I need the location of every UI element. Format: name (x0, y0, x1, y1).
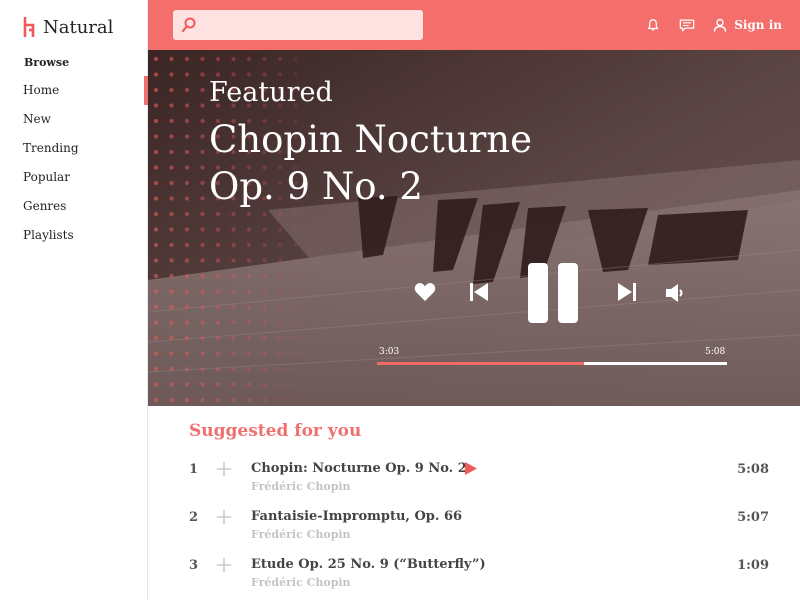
track-duration: 5:08 (737, 462, 769, 477)
sidebar-item-playlists[interactable]: Playlists (0, 221, 148, 250)
app-logo[interactable]: Natural (22, 16, 113, 38)
track-artist[interactable]: Frédéric Chopin (251, 528, 351, 541)
time-total: 5:08 (705, 347, 726, 357)
volume-icon[interactable] (666, 283, 688, 303)
add-icon[interactable] (216, 461, 232, 477)
user-icon (713, 18, 727, 32)
track-number: 2 (189, 510, 199, 525)
sign-in-button[interactable]: Sign in (713, 18, 782, 32)
sidebar-item-popular[interactable]: Popular (0, 163, 148, 192)
featured-title-line1: Chopin Nocturne (209, 118, 533, 161)
logo-icon (23, 17, 35, 37)
previous-icon[interactable] (470, 283, 488, 301)
suggested-title: Suggested for you (189, 421, 362, 441)
sidebar-item-genres[interactable]: Genres (0, 192, 148, 221)
track-number: 3 (189, 558, 199, 573)
top-icons: Sign in (627, 0, 782, 50)
featured-hero: Featured Chopin Nocturne Op. 9 No. 2 3:0… (148, 50, 800, 406)
featured-title: Chopin Nocturne Op. 9 No. 2 (209, 116, 629, 210)
track-row[interactable]: 3 Etude Op. 25 No. 9 (“Butterfly”) Frédé… (148, 554, 800, 600)
featured-label: Featured (209, 77, 333, 108)
search-input[interactable] (201, 14, 416, 36)
sidebar: Natural Browse Home New Trending Popular… (0, 0, 148, 600)
sign-in-label: Sign in (734, 18, 782, 32)
pause-icon[interactable] (528, 263, 578, 323)
suggested-section: Suggested for you 1 Chopin: Nocturne Op.… (148, 406, 800, 600)
time-elapsed: 3:03 (379, 347, 400, 357)
sidebar-item-new[interactable]: New (0, 105, 148, 134)
track-title[interactable]: Chopin: Nocturne Op. 9 No. 2 (251, 461, 467, 476)
search-box (173, 10, 423, 40)
add-icon[interactable] (216, 557, 232, 573)
app-name: Natural (43, 16, 114, 38)
browse-heading: Browse (24, 56, 70, 69)
add-icon[interactable] (216, 509, 232, 525)
featured-title-line2: Op. 9 No. 2 (209, 165, 423, 208)
next-icon[interactable] (618, 283, 636, 301)
heart-icon[interactable] (414, 282, 436, 302)
track-row[interactable]: 2 Fantaisie-Impromptu, Op. 66 Frédéric C… (148, 506, 800, 552)
track-title[interactable]: Fantaisie-Impromptu, Op. 66 (251, 509, 462, 524)
sidebar-item-home[interactable]: Home (0, 76, 148, 105)
play-icon[interactable] (465, 462, 477, 475)
track-row[interactable]: 1 Chopin: Nocturne Op. 9 No. 2 Frédéric … (148, 458, 800, 504)
bell-icon[interactable] (645, 17, 661, 33)
top-bar: Sign in (148, 0, 800, 50)
track-duration: 5:07 (737, 510, 769, 525)
track-title[interactable]: Etude Op. 25 No. 9 (“Butterfly”) (251, 557, 486, 572)
search-icon[interactable] (181, 17, 197, 33)
progress-bar[interactable] (377, 362, 727, 365)
track-artist[interactable]: Frédéric Chopin (251, 480, 351, 493)
track-duration: 1:09 (737, 558, 769, 573)
sidebar-nav: Home New Trending Popular Genres Playlis… (0, 76, 148, 250)
sidebar-item-trending[interactable]: Trending (0, 134, 148, 163)
track-number: 1 (189, 462, 199, 477)
chat-icon[interactable] (679, 17, 695, 33)
track-artist[interactable]: Frédéric Chopin (251, 576, 351, 589)
progress-fill (377, 362, 584, 365)
